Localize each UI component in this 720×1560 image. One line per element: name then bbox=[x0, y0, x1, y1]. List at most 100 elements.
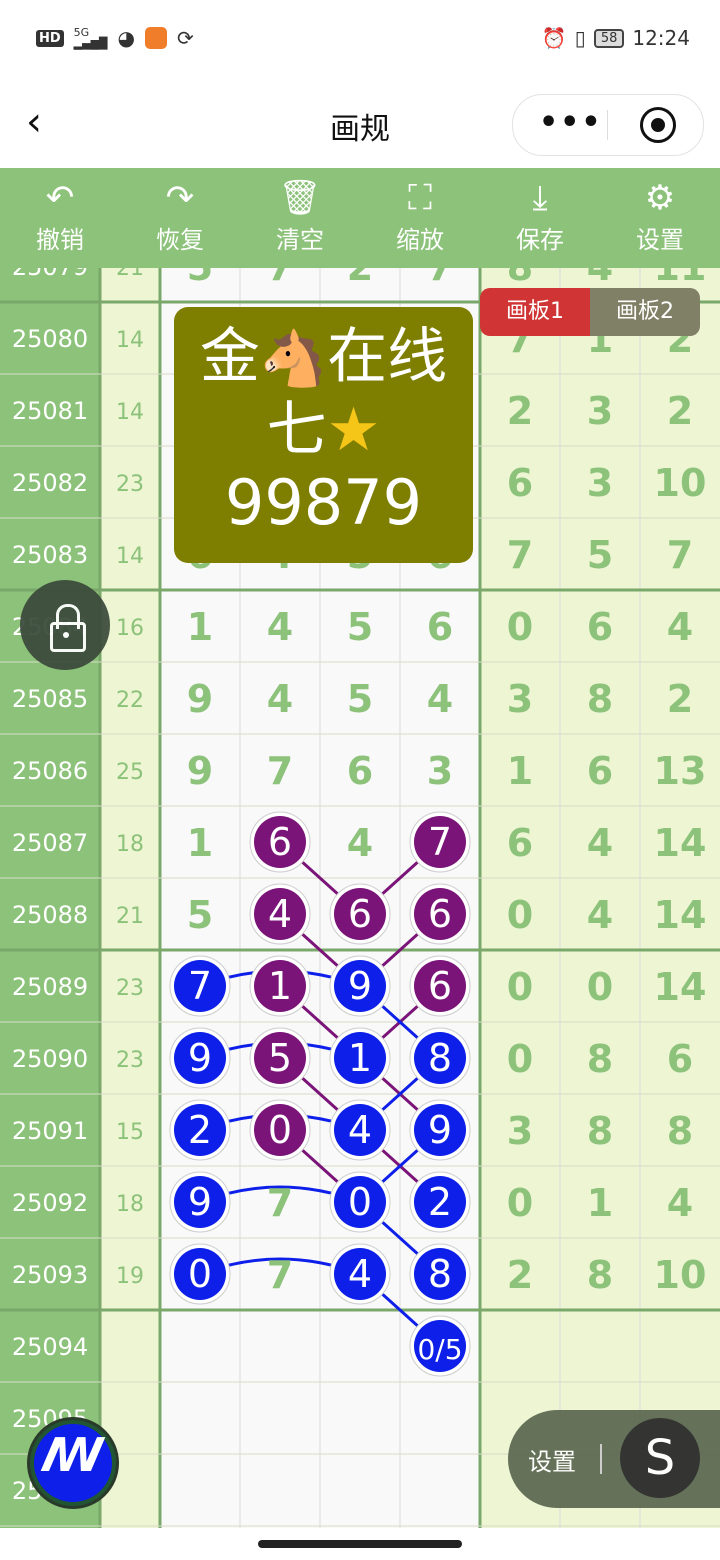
marked-digit: 2 bbox=[428, 1180, 452, 1224]
notice-banner: 金🐴在线 七★ 99879 bbox=[174, 307, 473, 563]
lock-button[interactable] bbox=[20, 580, 110, 670]
right-digit-cell: 0 bbox=[507, 605, 533, 649]
right-digit-cell: 8 bbox=[587, 1109, 613, 1153]
tab-board-1[interactable]: 画板1 bbox=[480, 288, 590, 336]
right-digit-cell: 4 bbox=[587, 821, 613, 865]
right-digit-cell: 7 bbox=[507, 533, 533, 577]
s-mode-button[interactable]: S bbox=[620, 1418, 700, 1498]
horse-icon: 🐴 bbox=[259, 327, 328, 390]
right-digit-cell: 7 bbox=[667, 533, 693, 577]
tab-board-2[interactable]: 画板2 bbox=[590, 288, 700, 336]
marked-digit: 0 bbox=[188, 1252, 212, 1296]
digit-cell: 9 bbox=[187, 677, 213, 721]
digit-cell: 5 bbox=[187, 268, 213, 289]
title-bar: ‹ 画规 ••• bbox=[0, 80, 720, 168]
digit-cell: 5 bbox=[187, 893, 213, 937]
right-digit-cell: 0 bbox=[507, 893, 533, 937]
gear-icon: ⚙ bbox=[644, 178, 676, 218]
right-digit-cell: 4 bbox=[587, 268, 613, 289]
marked-digit: 8 bbox=[428, 1252, 452, 1296]
marked-digit: 4 bbox=[348, 1252, 372, 1296]
status-left-icons: HD 5G ▂▄▆█ ◕ ⟳ bbox=[36, 26, 194, 50]
sum-value: 23 bbox=[116, 976, 144, 1001]
digit-cell: 6 bbox=[427, 605, 453, 649]
sum-value: 21 bbox=[116, 268, 144, 281]
toolbar: ↶ 撤销 ↷ 恢复 🗑 清空 ⛶ 缩放 ⤓ 保存 ⚙ 设置 bbox=[0, 168, 720, 268]
marked-digit: 9 bbox=[188, 1180, 212, 1224]
battery-icon: 58 bbox=[593, 28, 625, 48]
undo-label: 撤销 bbox=[36, 226, 84, 254]
network-label: 5G bbox=[73, 26, 90, 39]
digit-cell: 1 bbox=[187, 821, 213, 865]
marked-digit: 5 bbox=[268, 1036, 292, 1080]
digit-cell: 7 bbox=[267, 749, 293, 793]
right-digit-cell: 2 bbox=[507, 389, 533, 433]
pen-tool-button[interactable]: ꟿ bbox=[30, 1420, 116, 1506]
notice-line1-right: 在线 bbox=[327, 322, 448, 392]
sum-value: 18 bbox=[116, 1192, 144, 1217]
status-right-icons: ⏰ ▯ 58 12:24 bbox=[542, 26, 690, 50]
status-bar: HD 5G ▂▄▆█ ◕ ⟳ ⏰ ▯ 58 12:24 bbox=[0, 0, 720, 80]
save-button[interactable]: ⤓ 保存 bbox=[480, 168, 600, 268]
right-digit-cell: 6 bbox=[507, 461, 533, 505]
sum-value: 15 bbox=[116, 1120, 144, 1145]
right-digit-cell: 8 bbox=[587, 1253, 613, 1297]
right-digit-cell: 6 bbox=[507, 821, 533, 865]
digit-cell: 4 bbox=[267, 677, 293, 721]
issue-number: 25089 bbox=[12, 973, 88, 1001]
close-miniprogram-button[interactable] bbox=[640, 107, 676, 143]
miniprogram-capsule: ••• bbox=[512, 94, 704, 156]
sum-value: 19 bbox=[116, 1264, 144, 1289]
right-digit-cell: 8 bbox=[587, 1037, 613, 1081]
capsule-divider bbox=[607, 110, 608, 140]
settings-button[interactable]: ⚙ 设置 bbox=[600, 168, 720, 268]
digit-cell: 6 bbox=[347, 749, 373, 793]
right-digit-cell: 1 bbox=[587, 1181, 613, 1225]
right-digit-cell: 6 bbox=[587, 605, 613, 649]
issue-number: 25090 bbox=[12, 1045, 88, 1073]
marked-digit: 0/5 bbox=[417, 1333, 462, 1366]
lock-icon-keyhole bbox=[63, 632, 69, 638]
download-icon: ⤓ bbox=[532, 178, 548, 218]
marked-digit: 9 bbox=[428, 1108, 452, 1152]
marked-digit: 4 bbox=[268, 892, 292, 936]
right-digit-cell: 14 bbox=[654, 893, 707, 937]
marked-digit: 6 bbox=[348, 892, 372, 936]
right-digit-cell: 0 bbox=[507, 1181, 533, 1225]
zoom-button[interactable]: ⛶ 缩放 bbox=[360, 168, 480, 268]
redo-button[interactable]: ↷ 恢复 bbox=[120, 168, 240, 268]
sum-value: 18 bbox=[116, 832, 144, 857]
digit-cell: 5 bbox=[347, 677, 373, 721]
right-digit-cell: 10 bbox=[654, 1253, 707, 1297]
navigation-bar bbox=[0, 1528, 720, 1560]
floating-settings: 设置 S bbox=[508, 1410, 720, 1508]
clear-button[interactable]: 🗑 清空 bbox=[240, 168, 360, 268]
alarm-icon: ⏰ bbox=[541, 26, 567, 50]
digit-cell: 4 bbox=[427, 677, 453, 721]
more-options-button[interactable]: ••• bbox=[539, 105, 603, 140]
issue-number: 25082 bbox=[12, 469, 88, 497]
right-digit-cell: 3 bbox=[507, 1109, 533, 1153]
hd-icon: HD bbox=[36, 29, 64, 47]
right-digit-cell: 14 bbox=[654, 965, 707, 1009]
issue-number: 25083 bbox=[12, 541, 88, 569]
marked-digit: 6 bbox=[268, 820, 292, 864]
digit-cell: 7 bbox=[267, 1253, 293, 1297]
notice-number: 99879 bbox=[224, 466, 423, 539]
marked-digit: 0 bbox=[348, 1180, 372, 1224]
marked-digit: 2 bbox=[188, 1108, 212, 1152]
right-digit-cell: 3 bbox=[587, 461, 613, 505]
issue-number: 25085 bbox=[12, 685, 88, 713]
home-indicator[interactable] bbox=[258, 1540, 462, 1548]
right-digit-cell: 8 bbox=[667, 1109, 693, 1153]
undo-button[interactable]: ↶ 撤销 bbox=[0, 168, 120, 268]
notice-line1-left: 金 bbox=[199, 322, 260, 392]
zoom-icon: ⛶ bbox=[408, 178, 432, 218]
right-digit-cell: 13 bbox=[654, 749, 707, 793]
sum-value: 23 bbox=[116, 472, 144, 497]
right-digit-cell: 6 bbox=[667, 1037, 693, 1081]
issue-number: 25080 bbox=[12, 325, 88, 353]
right-digit-cell: 4 bbox=[667, 1181, 693, 1225]
sum-value: 14 bbox=[116, 400, 144, 425]
floating-settings-button[interactable]: 设置 bbox=[528, 1442, 576, 1477]
